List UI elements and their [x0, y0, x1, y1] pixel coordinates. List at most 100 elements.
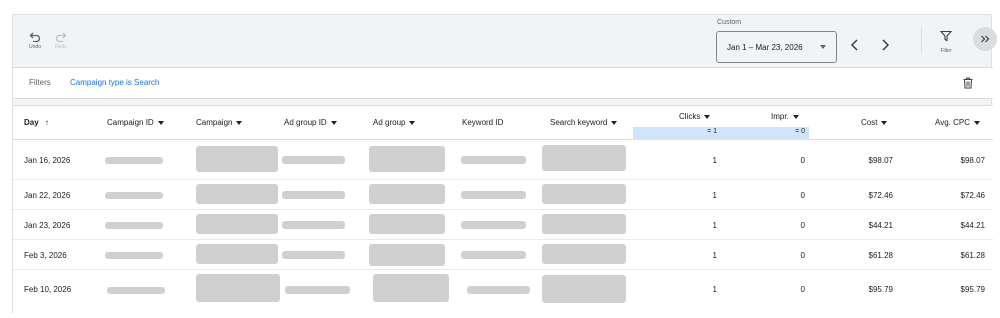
redacted-campaign-id: [105, 252, 163, 259]
cell-day: Jan 23, 2026: [24, 221, 71, 230]
redacted-campaign-id: [105, 192, 163, 199]
report-editor: Undo Redo Custom Jan 1 – Mar 23, 2026 Fi…: [12, 14, 997, 315]
undo-icon: [29, 32, 41, 42]
cell-cost: $61.28: [868, 251, 893, 260]
filter-label: Filter: [940, 48, 952, 54]
cell-day: Feb 10, 2026: [24, 285, 72, 294]
chevron-right-icon: [882, 39, 890, 51]
header-avg-cpc[interactable]: Avg. CPC: [935, 118, 980, 127]
table-row: Jan 16, 2026 1 0 $98.07 $98.07: [13, 140, 993, 180]
cell-day: Feb 3, 2026: [24, 251, 67, 260]
table-header: Day ↑ Campaign ID Campaign Ad group ID A…: [13, 106, 993, 140]
clear-filters-button[interactable]: [963, 76, 973, 94]
undo-button[interactable]: Undo: [21, 31, 49, 50]
header-clicks[interactable]: Clicks: [679, 112, 711, 121]
redacted-search-keyword: [542, 184, 626, 204]
toolbar-divider: [921, 27, 922, 53]
redo-icon: [55, 32, 67, 42]
redacted-ad-group-id: [282, 221, 345, 229]
cell-cost: $72.46: [868, 191, 893, 200]
cell-impr: 0: [800, 251, 805, 260]
table-row: Jan 22, 2026 1 0 $72.46 $72.46: [13, 180, 993, 210]
table-row: Jan 23, 2026 1 0 $44.21 $44.21: [13, 210, 993, 240]
header-day-label: Day: [24, 118, 39, 127]
redacted-campaign: [196, 274, 280, 302]
redacted-search-keyword: [542, 244, 626, 264]
header-ad-group[interactable]: Ad group: [373, 118, 416, 127]
cell-avg-cpc: $95.79: [960, 285, 985, 294]
redacted-ad-group: [373, 274, 449, 302]
header-impr-label: Impr.: [771, 112, 789, 121]
redo-button[interactable]: Redo: [47, 31, 75, 50]
expand-panel-button[interactable]: [973, 27, 997, 51]
double-chevron-right-icon: [981, 35, 990, 43]
redacted-keyword-id: [461, 251, 526, 259]
dropdown-caret-icon: [820, 45, 826, 49]
date-range-select[interactable]: Jan 1 – Mar 23, 2026: [716, 31, 837, 63]
redacted-ad-group: [369, 214, 445, 234]
table-row: Feb 10, 2026 1 0 $95.79 $95.79: [13, 270, 993, 310]
redacted-ad-group-id: [282, 191, 345, 199]
redacted-campaign-id: [105, 222, 163, 229]
cell-impr: 0: [800, 221, 805, 230]
column-menu-icon: [157, 120, 164, 125]
column-menu-icon: [881, 120, 888, 125]
column-menu-icon: [704, 114, 711, 119]
cell-avg-cpc: $98.07: [960, 156, 985, 165]
cell-impr: 0: [800, 285, 805, 294]
header-keyword-id[interactable]: Keyword ID: [462, 118, 503, 127]
header-search-keyword-label: Search keyword: [550, 118, 608, 127]
header-search-keyword[interactable]: Search keyword: [550, 118, 618, 127]
cell-clicks: 1: [712, 251, 717, 260]
redacted-ad-group-id: [282, 251, 345, 259]
column-menu-icon: [792, 114, 799, 119]
redacted-campaign-id: [107, 287, 165, 294]
column-menu-icon: [330, 120, 337, 125]
redacted-keyword-id: [461, 191, 526, 199]
redacted-search-keyword: [542, 214, 626, 234]
redacted-campaign-id: [105, 157, 163, 164]
cell-impr: 0: [800, 191, 805, 200]
header-ad-group-id[interactable]: Ad group ID: [284, 118, 337, 127]
redacted-ad-group-id: [285, 286, 350, 294]
cell-avg-cpc: $61.28: [960, 251, 985, 260]
redacted-campaign: [196, 214, 278, 234]
redacted-search-keyword: [542, 275, 626, 303]
undo-label: Undo: [29, 44, 41, 50]
filters-label: Filters: [29, 78, 51, 87]
filter-button[interactable]: Filter: [935, 29, 957, 54]
redacted-keyword-id: [461, 156, 526, 164]
cell-day: Jan 22, 2026: [24, 191, 71, 200]
header-ad-group-label: Ad group: [373, 118, 406, 127]
filter-chip-campaign-type[interactable]: Campaign type is Search: [70, 78, 159, 87]
header-campaign-id-label: Campaign ID: [107, 118, 154, 127]
header-day[interactable]: Day ↑: [24, 118, 49, 127]
redacted-campaign: [196, 244, 278, 264]
column-menu-icon: [236, 120, 243, 125]
total-clicks: = 1: [707, 128, 717, 135]
previous-period-button[interactable]: [847, 37, 863, 53]
header-campaign-id[interactable]: Campaign ID: [107, 118, 164, 127]
column-menu-icon: [611, 120, 618, 125]
table-row: Feb 3, 2026 1 0 $61.28 $61.28: [13, 240, 993, 270]
sort-ascending-icon: ↑: [44, 118, 49, 127]
total-impr: = 0: [795, 128, 805, 135]
header-avg-cpc-label: Avg. CPC: [935, 118, 970, 127]
next-period-button[interactable]: [877, 37, 893, 53]
header-impr[interactable]: Impr.: [771, 112, 799, 121]
trash-icon: [963, 77, 973, 89]
cell-clicks: 1: [712, 156, 717, 165]
filter-icon: [939, 30, 953, 42]
header-keyword-id-label: Keyword ID: [462, 118, 504, 127]
header-cost[interactable]: Cost: [861, 118, 888, 127]
header-cost-label: Cost: [861, 118, 878, 127]
column-menu-icon: [409, 120, 416, 125]
cell-clicks: 1: [712, 191, 717, 200]
cell-avg-cpc: $44.21: [960, 221, 985, 230]
redacted-search-keyword: [542, 145, 626, 171]
redacted-keyword-id: [467, 286, 530, 294]
header-campaign[interactable]: Campaign: [196, 118, 243, 127]
report-table: Day ↑ Campaign ID Campaign Ad group ID A…: [13, 105, 993, 315]
column-menu-icon: [973, 120, 980, 125]
redacted-ad-group-id: [282, 156, 345, 164]
